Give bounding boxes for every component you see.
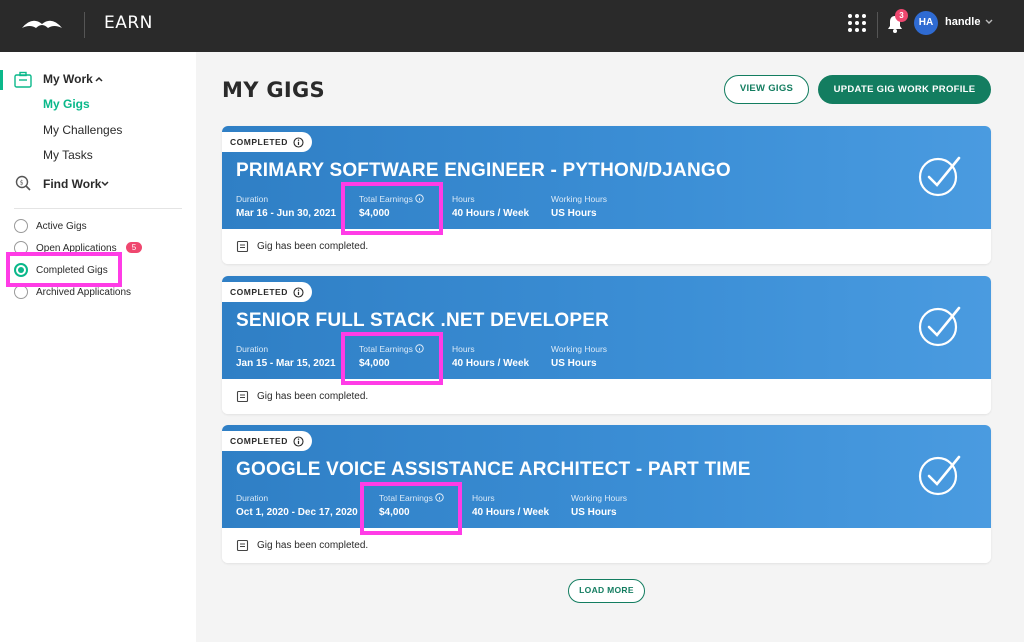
working-hours-label: Working Hours	[551, 344, 608, 354]
gig-card-header: COMPLETED PRIMARY SOFTWARE ENGINEER - PY…	[222, 126, 991, 229]
avatar[interactable]: HA	[914, 11, 938, 35]
duration-label: Duration	[236, 194, 269, 204]
duration-value: Mar 16 - Jun 30, 2021	[236, 208, 337, 219]
hours-label: Hours	[452, 344, 475, 354]
highlight-box-earnings	[360, 482, 462, 535]
duration-label: Duration	[236, 344, 269, 354]
status-badge: COMPLETED	[222, 431, 312, 451]
open-applications-count-badge: 5	[126, 242, 142, 253]
check-circle-icon	[918, 455, 961, 496]
chevron-down-icon[interactable]	[984, 17, 994, 27]
hours-label: Hours	[472, 493, 495, 503]
status-badge: COMPLETED	[222, 132, 312, 152]
info-icon[interactable]	[293, 286, 304, 298]
check-circle-icon	[918, 306, 961, 347]
sidebar-item-my-work[interactable]: My Work	[43, 72, 93, 86]
gig-card-header: COMPLETED GOOGLE VOICE ASSISTANCE ARCHIT…	[222, 425, 991, 528]
highlight-box-earnings	[341, 182, 443, 235]
info-icon[interactable]	[293, 435, 304, 447]
status-text: COMPLETED	[230, 436, 288, 446]
top-bar: EARN 3 HA handle	[0, 0, 1024, 52]
load-more-button[interactable]: LOAD MORE	[568, 579, 645, 603]
hours-value: 40 Hours / Week	[452, 358, 530, 369]
sidebar-item-my-gigs[interactable]: My Gigs	[43, 97, 90, 111]
update-gig-work-profile-button[interactable]: UPDATE GIG WORK PROFILE	[818, 75, 991, 104]
sidebar: My Work My Gigs My Challenges My Tasks $…	[0, 52, 196, 642]
hours-value: 40 Hours / Week	[452, 208, 530, 219]
highlight-box-completed-gigs	[6, 252, 122, 287]
apps-grid-icon[interactable]	[848, 14, 866, 32]
active-indicator	[0, 70, 3, 90]
working-hours-label: Working Hours	[571, 493, 628, 503]
hours-label: Hours	[452, 194, 475, 204]
gig-title[interactable]: PRIMARY SOFTWARE ENGINEER - PYTHON/DJANG…	[236, 160, 731, 182]
header-separator	[877, 12, 878, 38]
highlight-box-earnings	[341, 332, 443, 385]
chevron-up-icon[interactable]	[94, 74, 104, 84]
sidebar-item-my-challenges[interactable]: My Challenges	[43, 123, 122, 137]
gig-card[interactable]: COMPLETED GOOGLE VOICE ASSISTANCE ARCHIT…	[222, 425, 991, 563]
duration-value: Jan 15 - Mar 15, 2021	[236, 358, 336, 369]
gig-note: Gig has been completed.	[257, 540, 369, 551]
duration-label: Duration	[236, 493, 269, 503]
info-icon[interactable]	[293, 136, 304, 148]
note-icon	[236, 539, 249, 552]
radio-active-gigs[interactable]	[14, 219, 28, 233]
radio-archived-applications[interactable]	[14, 285, 28, 299]
sidebar-divider	[14, 208, 182, 209]
working-hours-value: US Hours	[571, 507, 617, 518]
logo-icon[interactable]	[20, 14, 64, 36]
app-title: EARN	[104, 13, 153, 33]
working-hours-value: US Hours	[551, 208, 597, 219]
gig-card-header: COMPLETED SENIOR FULL STACK .NET DEVELOP…	[222, 276, 991, 379]
gig-card[interactable]: COMPLETED PRIMARY SOFTWARE ENGINEER - PY…	[222, 126, 991, 264]
header-divider	[84, 12, 85, 38]
gig-card-footer: Gig has been completed.	[222, 528, 991, 563]
status-badge: COMPLETED	[222, 282, 312, 302]
working-hours-label: Working Hours	[551, 194, 608, 204]
view-gigs-button[interactable]: VIEW GIGS	[724, 75, 809, 104]
gig-note: Gig has been completed.	[257, 391, 369, 402]
sidebar-item-my-tasks[interactable]: My Tasks	[43, 148, 93, 162]
status-text: COMPLETED	[230, 287, 288, 297]
gig-card[interactable]: COMPLETED SENIOR FULL STACK .NET DEVELOP…	[222, 276, 991, 414]
notification-count-badge: 3	[895, 9, 908, 22]
gig-note: Gig has been completed.	[257, 241, 369, 252]
filter-label-archived-applications[interactable]: Archived Applications	[36, 287, 131, 298]
filter-label-active-gigs[interactable]: Active Gigs	[36, 221, 87, 232]
check-circle-icon	[918, 156, 961, 197]
sidebar-item-find-work[interactable]: Find Work	[43, 177, 101, 191]
note-icon	[236, 390, 249, 403]
page-title: MY GIGS	[222, 78, 325, 102]
working-hours-value: US Hours	[551, 358, 597, 369]
svg-text:$: $	[20, 180, 24, 187]
gig-title[interactable]: GOOGLE VOICE ASSISTANCE ARCHITECT - PART…	[236, 459, 751, 481]
status-text: COMPLETED	[230, 137, 288, 147]
hours-value: 40 Hours / Week	[472, 507, 550, 518]
username[interactable]: handle	[945, 16, 980, 28]
search-icon: $	[15, 175, 31, 191]
chevron-down-icon[interactable]	[100, 179, 110, 189]
gig-title[interactable]: SENIOR FULL STACK .NET DEVELOPER	[236, 310, 609, 332]
duration-value: Oct 1, 2020 - Dec 17, 2020	[236, 507, 358, 518]
note-icon	[236, 240, 249, 253]
gig-card-footer: Gig has been completed.	[222, 229, 991, 264]
gig-card-footer: Gig has been completed.	[222, 379, 991, 414]
briefcase-icon	[14, 71, 32, 88]
